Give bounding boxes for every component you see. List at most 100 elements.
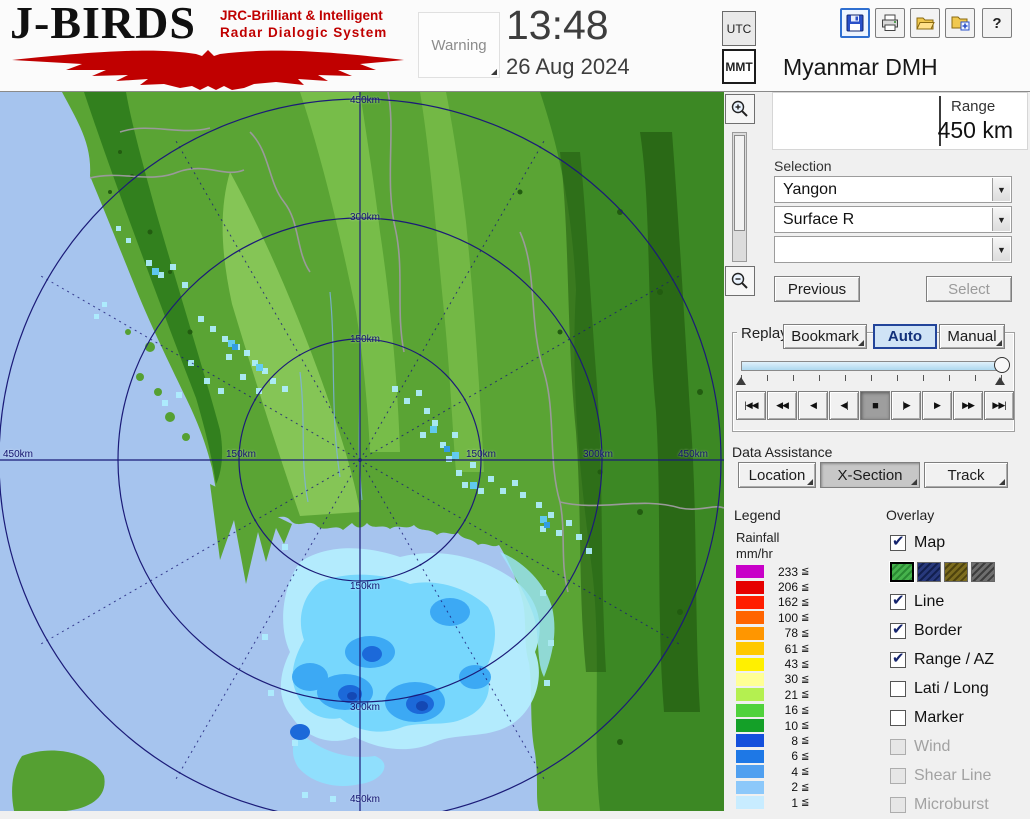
legend-value: 1 — [772, 796, 798, 810]
location-button[interactable]: Location — [738, 462, 816, 488]
legend-row: 61≦ — [736, 641, 856, 656]
legend-row: 16≦ — [736, 703, 856, 718]
legend-row: 43≦ — [736, 656, 856, 671]
legend-value: 30 — [772, 672, 798, 686]
checkbox-microburst — [890, 797, 906, 813]
legend-row: 206≦ — [736, 579, 856, 594]
bookmark-button[interactable]: Bookmark — [783, 324, 867, 349]
legend-row: 21≦ — [736, 687, 856, 702]
overlay-label-wind: Wind — [914, 738, 950, 756]
svg-text:?: ? — [992, 15, 1001, 32]
checkbox-marker[interactable] — [890, 710, 906, 726]
playback-button-6[interactable]: ▶ — [922, 391, 952, 420]
overlay-item-lati-long[interactable]: Lati / Long — [890, 674, 1030, 703]
print-icon — [880, 13, 900, 33]
radar-map[interactable]: 450km300km150km150km300km450km450km150km… — [0, 92, 724, 811]
zoom-slider-thumb[interactable] — [734, 135, 745, 231]
olive-hatch-swatch[interactable] — [944, 562, 968, 582]
legend-suffix: ≦ — [801, 782, 809, 793]
checkbox-lati-long[interactable] — [890, 681, 906, 697]
legend-row: 1≦ — [736, 795, 856, 810]
overlay-item-marker[interactable]: Marker — [890, 703, 1030, 732]
zoom-in-icon — [730, 99, 750, 119]
chevron-down-icon[interactable]: ▼ — [992, 208, 1010, 231]
legend-suffix: ≦ — [801, 689, 809, 700]
x-section-button[interactable]: X-Section — [820, 462, 920, 488]
slider-position-marker-icon — [995, 377, 1005, 385]
playback-button-2[interactable]: ◀ — [798, 391, 828, 420]
chevron-down-icon[interactable]: ▼ — [992, 238, 1010, 261]
chevron-down-icon[interactable]: ▼ — [992, 178, 1010, 201]
gray-hatch-swatch[interactable] — [971, 562, 995, 582]
range-ring-label: 150km — [226, 449, 256, 460]
help-button[interactable]: ? — [982, 8, 1012, 38]
logo-subtitle-1: JRC-Brilliant & Intelligent — [220, 8, 383, 23]
site-dropdown[interactable]: Yangon ▼ — [774, 176, 1012, 203]
checkbox-range-az[interactable]: ✔ — [890, 652, 906, 668]
checkbox-border[interactable]: ✔ — [890, 623, 906, 639]
replay-slider-track[interactable] — [741, 361, 1003, 371]
mmt-toggle-button[interactable]: MMT — [722, 49, 756, 84]
overlay-item-line[interactable]: ✔Line — [890, 587, 1030, 616]
select-button[interactable]: Select — [926, 276, 1012, 302]
green-hatch-swatch[interactable] — [890, 562, 914, 582]
open-file-button[interactable] — [910, 8, 940, 38]
legend-suffix: ≦ — [801, 643, 809, 654]
import-data-button[interactable] — [945, 8, 975, 38]
auto-mode-button[interactable]: Auto — [873, 324, 937, 349]
overlay-item-range-az[interactable]: ✔Range / AZ — [890, 645, 1030, 674]
playback-button-5[interactable]: |▶ — [891, 391, 921, 420]
checkbox-line[interactable]: ✔ — [890, 594, 906, 610]
playback-button-4[interactable]: ■ — [860, 391, 890, 420]
previous-button[interactable]: Previous — [774, 276, 860, 302]
playback-button-0[interactable]: |◀◀ — [736, 391, 766, 420]
range-ring-label: 150km — [350, 581, 380, 592]
product-dropdown[interactable]: Surface R ▼ — [774, 206, 1012, 233]
manual-mode-button[interactable]: Manual — [939, 324, 1005, 349]
legend-color-swatch — [736, 642, 764, 655]
legend-color-swatch — [736, 734, 764, 747]
playback-button-3[interactable]: ◀| — [829, 391, 859, 420]
overlay-item-microburst[interactable]: Microburst — [890, 790, 1030, 819]
legend-color-swatch — [736, 596, 764, 609]
legend-value: 10 — [772, 719, 798, 733]
utc-toggle-button[interactable]: UTC — [722, 11, 756, 46]
overlay-item-border[interactable]: ✔Border — [890, 616, 1030, 645]
save-icon — [845, 13, 865, 33]
range-ring-label: 300km — [350, 212, 380, 223]
range-ring-label: 300km — [350, 702, 380, 713]
replay-slider-thumb[interactable] — [994, 357, 1010, 373]
option-dropdown[interactable]: ▼ — [774, 236, 1012, 263]
overlay-options: ✔Map ✔Line✔Border✔Range / AZLati / Long Ma… — [890, 528, 1030, 819]
zoom-slider-track[interactable] — [732, 132, 747, 262]
overlay-item-wind[interactable]: Wind — [890, 732, 1030, 761]
track-button[interactable]: Track — [924, 462, 1008, 488]
zoom-in-button[interactable] — [725, 94, 755, 124]
checkbox-map[interactable]: ✔ — [890, 535, 906, 551]
print-button[interactable] — [875, 8, 905, 38]
checkmark-icon: ✔ — [892, 620, 905, 638]
clock-date: 26 Aug 2024 — [506, 54, 630, 80]
playback-button-1[interactable]: ◀◀ — [767, 391, 797, 420]
logo-title: J-BIRDS — [10, 0, 196, 49]
warning-button[interactable]: Warning — [418, 12, 500, 78]
overlay-item-shear-line[interactable]: Shear Line — [890, 761, 1030, 790]
legend-color-swatch — [736, 704, 764, 717]
overlay-label-marker: Marker — [914, 709, 964, 727]
navy-hatch-swatch[interactable] — [917, 562, 941, 582]
save-button[interactable] — [840, 8, 870, 38]
replay-slider-ticks — [741, 375, 1003, 381]
playback-button-7[interactable]: ▶▶ — [953, 391, 983, 420]
overlay-item-map[interactable]: ✔Map — [890, 528, 1030, 557]
zoom-out-button[interactable] — [725, 266, 755, 296]
legend-color-swatch — [736, 781, 764, 794]
legend-suffix: ≦ — [801, 797, 809, 808]
legend-suffix: ≦ — [801, 705, 809, 716]
legend-value: 8 — [772, 734, 798, 748]
playback-button-8[interactable]: ▶▶| — [984, 391, 1014, 420]
legend-row: 6≦ — [736, 749, 856, 764]
legend-value: 206 — [772, 580, 798, 594]
legend-row: 2≦ — [736, 779, 856, 794]
overlay-section-label: Overlay — [886, 507, 934, 523]
legend-value: 16 — [772, 703, 798, 717]
